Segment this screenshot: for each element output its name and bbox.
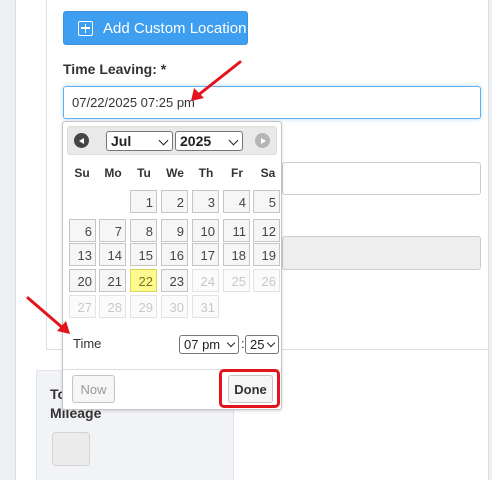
arrow-to-input-icon: [191, 60, 242, 101]
annotation-arrows: [26, 60, 242, 334]
page: To Mileage Add Custom Location Time Leav…: [0, 0, 492, 480]
arrow-to-time-label-icon: [26, 296, 70, 334]
